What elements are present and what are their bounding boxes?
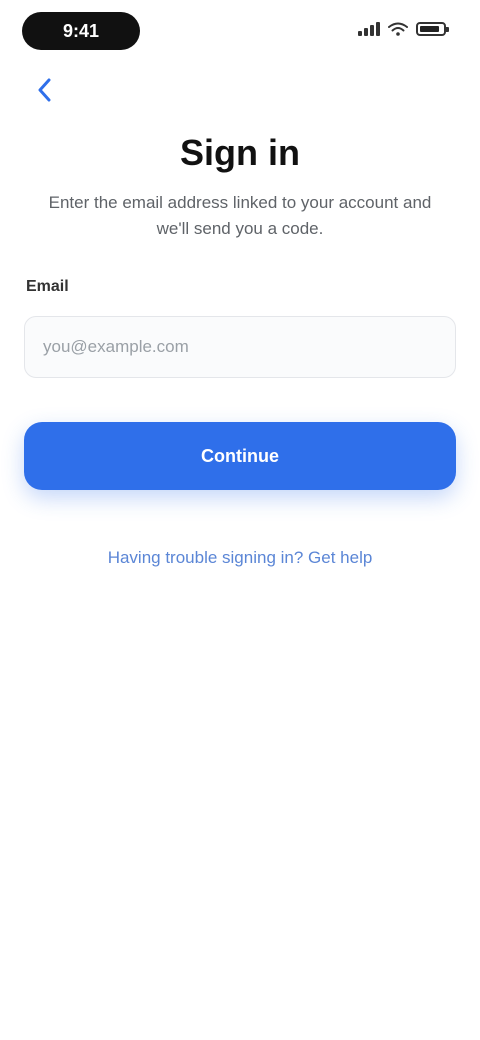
sign-in-screen: 9:41 Sign in Enter the email address lin…	[0, 0, 480, 1040]
signal-icon	[358, 22, 380, 36]
wifi-icon	[388, 22, 408, 36]
help-link[interactable]: Having trouble signing in? Get help	[0, 548, 480, 568]
continue-button[interactable]: Continue	[24, 422, 456, 490]
status-time: 9:41	[22, 12, 140, 50]
battery-icon	[416, 22, 449, 36]
battery-fill	[420, 26, 439, 32]
status-icons	[358, 22, 449, 36]
chevron-left-icon	[38, 78, 51, 102]
back-button[interactable]	[24, 70, 64, 110]
page-subtitle: Enter the email address linked to your a…	[48, 193, 432, 238]
email-field[interactable]	[24, 316, 456, 378]
status-bar: 9:41	[0, 0, 480, 64]
email-label: Email	[26, 278, 69, 295]
page-title: Sign in	[180, 132, 300, 173]
